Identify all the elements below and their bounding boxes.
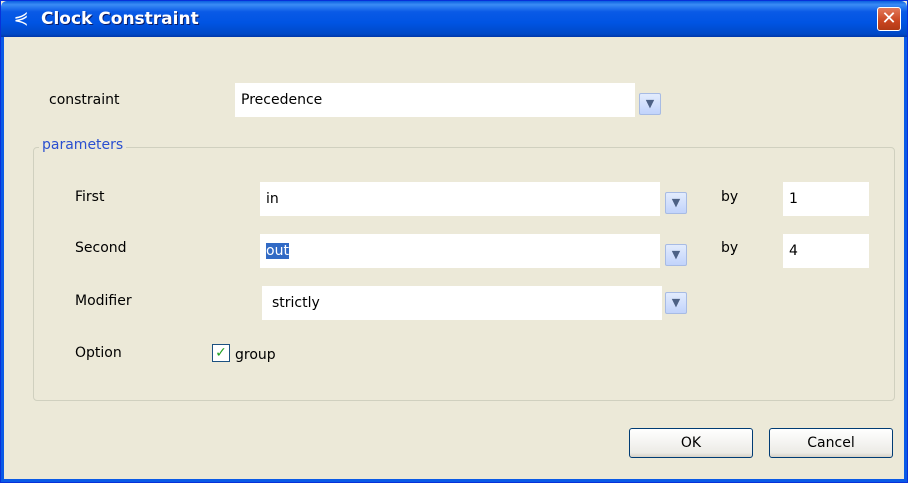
title-bar[interactable]: ⋞ Clock Constraint ✕ [1, 1, 907, 37]
window-border-left [1, 37, 4, 482]
second-by-input[interactable]: 4 [783, 234, 869, 268]
modifier-select-value: strictly [272, 295, 320, 311]
first-by-label: by [721, 189, 739, 205]
modifier-label: Modifier [75, 293, 132, 309]
constraint-dropdown-arrow-icon[interactable]: ▼ [639, 93, 661, 115]
second-select-value-wrap: out [266, 234, 289, 268]
constraint-select-value: Precedence [241, 92, 323, 108]
parameters-legend: parameters [39, 136, 127, 154]
option-label: Option [75, 345, 122, 361]
first-select-value: in [266, 191, 279, 207]
first-dropdown-arrow-icon[interactable]: ▼ [665, 192, 687, 214]
dialog-title: Clock Constraint [41, 9, 199, 29]
first-by-input[interactable]: 1 [783, 182, 869, 216]
second-label: Second [75, 240, 127, 256]
second-dropdown-arrow-icon[interactable]: ▼ [665, 244, 687, 266]
constraint-select[interactable]: Precedence [235, 83, 635, 117]
group-checkbox[interactable]: ✓ [212, 344, 230, 362]
second-select[interactable]: out [260, 234, 660, 268]
constraint-label: constraint [49, 92, 120, 108]
modifier-dropdown-arrow-icon[interactable]: ▼ [665, 292, 687, 314]
window-border-bottom [1, 479, 907, 482]
clock-constraint-icon: ⋞ [13, 8, 29, 29]
first-label: First [75, 189, 105, 205]
cancel-button[interactable]: Cancel [769, 428, 893, 458]
close-button[interactable]: ✕ [877, 7, 901, 31]
window-border-right [904, 37, 907, 482]
second-by-value: 4 [789, 243, 798, 259]
first-by-value: 1 [789, 191, 798, 207]
ok-button[interactable]: OK [629, 428, 753, 458]
second-select-value: out [266, 243, 289, 259]
modifier-select[interactable]: strictly [262, 286, 662, 320]
first-select[interactable]: in [260, 182, 660, 216]
second-by-label: by [721, 240, 739, 256]
clock-constraint-dialog: ⋞ Clock Constraint ✕ constraint Preceden… [0, 0, 908, 483]
checkmark-icon: ✓ [215, 345, 227, 361]
group-checkbox-label[interactable]: group [235, 346, 276, 364]
